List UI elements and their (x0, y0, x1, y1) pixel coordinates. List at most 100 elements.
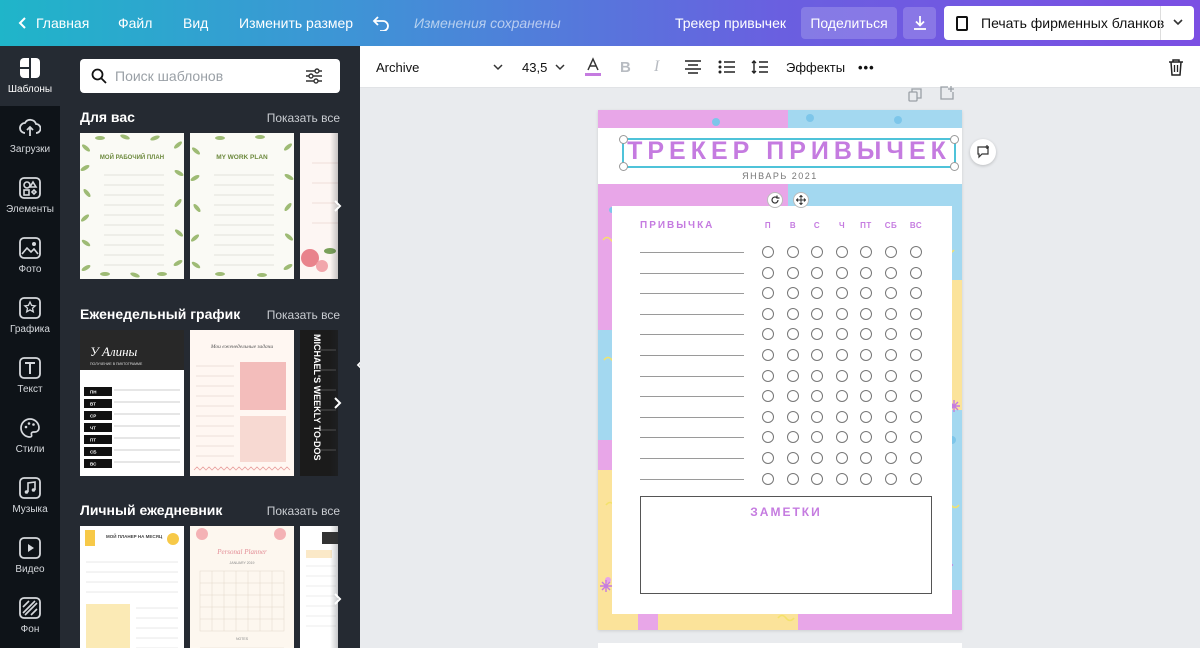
habit-check-circle[interactable] (762, 307, 774, 320)
habit-check-circle[interactable] (787, 452, 799, 464)
rail-item-music[interactable]: Музыка (0, 466, 60, 526)
habit-check-circle[interactable] (811, 410, 823, 423)
template-search[interactable] (80, 59, 340, 93)
habit-check-circle[interactable] (910, 410, 922, 423)
filter-icon[interactable] (305, 68, 323, 84)
habit-check-circle[interactable] (910, 246, 922, 258)
habit-check-circle[interactable] (787, 369, 799, 382)
view-menu[interactable]: Вид (183, 0, 208, 46)
rotate-handle[interactable] (767, 192, 783, 208)
delete-button[interactable] (1168, 46, 1184, 88)
habit-check-circle[interactable] (910, 452, 922, 464)
list-button[interactable] (718, 46, 736, 88)
day-header[interactable]: СБ (885, 221, 898, 230)
habit-check-circle[interactable] (860, 307, 872, 320)
share-button[interactable]: Поделиться (801, 7, 897, 39)
search-input[interactable] (115, 68, 305, 84)
habit-column-header[interactable]: ПРИВЫЧКА (640, 220, 714, 231)
habit-check-circle[interactable] (910, 307, 922, 320)
habit-check-circle[interactable] (811, 266, 823, 279)
habit-entry-line[interactable] (640, 416, 744, 418)
habit-check-circle[interactable] (811, 307, 823, 320)
day-header[interactable]: С (814, 221, 820, 230)
template-thumbnail[interactable]: Personal Planner JANUARY 2019 NOTES (190, 526, 294, 648)
habit-entry-line[interactable] (640, 478, 744, 480)
habit-check-circle[interactable] (811, 369, 823, 382)
notes-box[interactable]: ЗАМЕТКИ (640, 496, 932, 594)
habit-check-circle[interactable] (762, 349, 774, 361)
home-link[interactable]: Главная (18, 0, 89, 46)
font-size-select[interactable]: 43,5 (522, 46, 566, 88)
show-all-link[interactable]: Показать все (267, 504, 340, 518)
day-header[interactable]: В (790, 221, 796, 230)
habit-check-circle[interactable] (811, 349, 823, 361)
habit-entry-line[interactable] (640, 437, 744, 439)
show-all-link[interactable]: Показать все (267, 111, 340, 125)
habit-check-circle[interactable] (860, 472, 872, 485)
habit-check-circle[interactable] (885, 472, 897, 485)
habit-check-circle[interactable] (860, 452, 872, 464)
undo-button[interactable] (372, 0, 390, 46)
habit-check-circle[interactable] (910, 266, 922, 279)
scroll-right-button[interactable] (326, 588, 348, 610)
habit-entry-line[interactable] (640, 458, 744, 459)
habit-check-circle[interactable] (762, 410, 774, 423)
template-thumbnail[interactable]: МОЙ РАБОЧИЙ ПЛАН (80, 133, 184, 279)
habit-check-circle[interactable] (811, 472, 823, 485)
file-menu[interactable]: Файл (118, 0, 152, 46)
habit-check-circle[interactable] (787, 266, 799, 279)
habit-check-circle[interactable] (860, 266, 872, 279)
scroll-right-button[interactable] (326, 195, 348, 217)
habit-check-circle[interactable] (762, 472, 774, 485)
habit-check-circle[interactable] (787, 349, 799, 361)
more-options-button[interactable]: ••• (858, 46, 875, 88)
habit-check-circle[interactable] (787, 246, 799, 258)
habit-check-circle[interactable] (836, 246, 848, 258)
duplicate-page-icon[interactable] (908, 88, 922, 102)
habit-check-circle[interactable] (860, 246, 872, 258)
day-header[interactable]: ПТ (860, 221, 872, 230)
habit-check-circle[interactable] (885, 246, 897, 258)
habit-check-circle[interactable] (762, 246, 774, 258)
habit-entry-line[interactable] (640, 252, 744, 253)
habit-check-circle[interactable] (885, 369, 897, 382)
template-thumbnail[interactable]: Мои еженедельные задачи (190, 330, 294, 476)
habit-check-circle[interactable] (885, 349, 897, 361)
habit-check-circle[interactable] (860, 410, 872, 423)
text-color-button[interactable] (584, 46, 602, 88)
habit-check-circle[interactable] (836, 452, 848, 464)
move-handle[interactable] (793, 192, 809, 208)
italic-button[interactable]: I (654, 46, 659, 88)
habit-check-circle[interactable] (885, 307, 897, 320)
rail-item-background[interactable]: Фон (0, 586, 60, 646)
habit-check-circle[interactable] (811, 246, 823, 258)
template-thumbnail[interactable]: У Алины ПОЛУЧЕНИЕ В ПИКТОГРАММЕ ПН ВТ СР… (80, 330, 184, 476)
rail-item-templates[interactable]: Шаблоны (0, 46, 60, 106)
scroll-right-button[interactable] (326, 392, 348, 414)
day-header[interactable]: ВС (910, 221, 922, 230)
habit-check-circle[interactable] (762, 369, 774, 382)
day-header[interactable]: Ч (839, 221, 845, 230)
rail-item-text[interactable]: Текст (0, 346, 60, 406)
habit-check-circle[interactable] (860, 349, 872, 361)
habit-check-circle[interactable] (910, 369, 922, 382)
habit-entry-line[interactable] (640, 313, 744, 315)
download-button[interactable] (903, 7, 936, 39)
rail-item-video[interactable]: Видео (0, 526, 60, 586)
habit-entry-line[interactable] (640, 396, 744, 398)
print-letterhead-button[interactable]: Печать фирменных бланков (944, 6, 1194, 40)
habit-check-circle[interactable] (787, 410, 799, 423)
resize-menu[interactable]: Изменить размер (239, 0, 353, 46)
habit-check-circle[interactable] (762, 452, 774, 464)
habit-check-circle[interactable] (910, 472, 922, 485)
effects-button[interactable]: Эффекты (786, 46, 845, 88)
font-select[interactable]: Archive (376, 46, 504, 88)
habit-check-circle[interactable] (910, 349, 922, 361)
tracker-title[interactable]: ТРЕКЕР ПРИВЫЧЕК (622, 137, 956, 166)
habit-entry-line[interactable] (640, 355, 744, 356)
template-thumbnail[interactable]: MY WORK PLAN (190, 133, 294, 279)
add-page-icon[interactable] (940, 86, 954, 100)
rail-item-uploads[interactable]: Загрузки (0, 106, 60, 166)
habit-check-circle[interactable] (787, 307, 799, 320)
habit-check-circle[interactable] (836, 266, 848, 279)
